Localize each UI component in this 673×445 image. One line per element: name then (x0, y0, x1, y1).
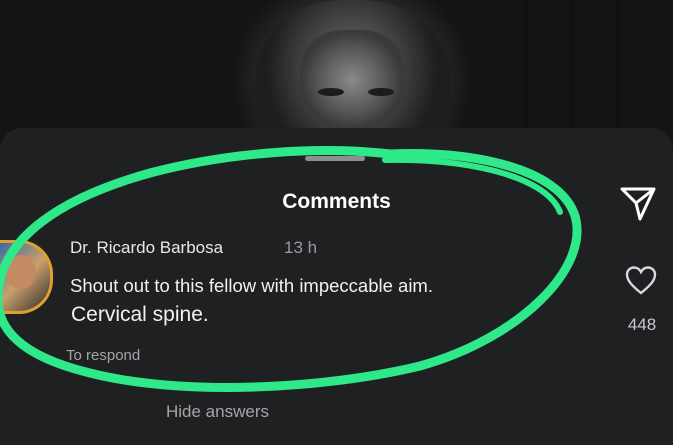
hide-answers-button[interactable]: Hide answers (166, 402, 269, 422)
reply-button[interactable]: To respond (66, 347, 140, 364)
person-eye (318, 88, 344, 96)
comment-timestamp: 13 h (284, 238, 318, 257)
avatar-face (6, 255, 36, 289)
sheet-title: Comments (282, 190, 391, 213)
person-face (300, 30, 405, 130)
avatar[interactable] (0, 240, 53, 314)
send-icon[interactable] (618, 183, 658, 223)
comment-text-line2: Cervical spine. (71, 303, 209, 326)
comments-sheet: Comments Dr. Ricardo Barbosa 13 h Shout … (0, 128, 673, 445)
comment-text-line1: Shout out to this fellow with impeccable… (70, 275, 433, 296)
person-eye (368, 88, 394, 96)
like-count: 448 (627, 315, 657, 334)
drag-handle[interactable] (305, 156, 365, 161)
comment-author[interactable]: Dr. Ricardo Barbosa (70, 238, 223, 258)
heart-icon[interactable] (624, 264, 658, 296)
